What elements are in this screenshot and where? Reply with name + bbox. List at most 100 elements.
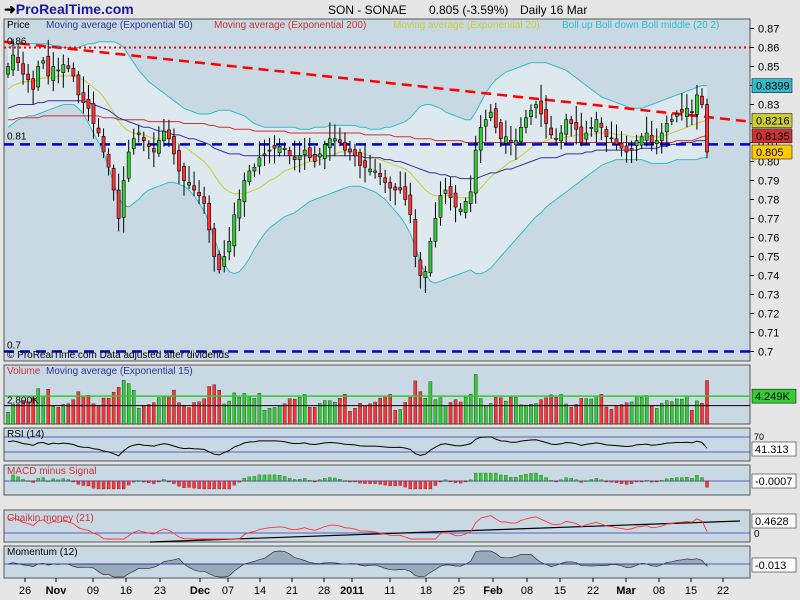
candle-body bbox=[604, 129, 609, 138]
chaikin-panel bbox=[3, 509, 751, 543]
candle-body bbox=[348, 148, 352, 153]
macd-bar bbox=[373, 480, 377, 484]
candle-body bbox=[679, 109, 684, 113]
candle-body bbox=[333, 138, 337, 142]
macd-bar bbox=[41, 477, 45, 482]
data-note: © ProRealTime.com Data adjusted after di… bbox=[7, 350, 229, 361]
x-tick-label: 08 bbox=[521, 585, 533, 597]
candle-body bbox=[408, 194, 413, 216]
volume-bar bbox=[388, 394, 392, 425]
macd-bar bbox=[101, 480, 106, 490]
volume-bar bbox=[634, 395, 639, 425]
candle-body bbox=[619, 142, 624, 149]
volume-bar bbox=[61, 404, 66, 425]
macd-bar bbox=[499, 474, 503, 482]
price-legend-3: Boll up Boll down Boll middle (20 2) bbox=[562, 20, 719, 31]
candle-body bbox=[262, 153, 267, 156]
candle-body bbox=[368, 168, 372, 173]
macd-bar bbox=[46, 480, 50, 482]
candle-body bbox=[463, 201, 468, 213]
volume-bar bbox=[539, 399, 543, 425]
candle-body bbox=[312, 153, 317, 162]
macd-bar bbox=[227, 480, 231, 490]
volume-bar bbox=[509, 396, 513, 425]
volume-bar bbox=[66, 403, 71, 425]
volume-bar bbox=[700, 403, 704, 425]
macd-panel bbox=[3, 464, 751, 496]
volume-bar bbox=[453, 399, 458, 425]
candle-body bbox=[71, 68, 76, 77]
macd-bar bbox=[338, 479, 342, 482]
candle-body bbox=[116, 189, 121, 219]
candle-body bbox=[669, 119, 674, 122]
candle-body bbox=[609, 137, 614, 140]
candle-body bbox=[6, 66, 10, 75]
chart-canvas: Price Moving average (Exponential 50) Movi… bbox=[3, 18, 797, 597]
candle-body bbox=[649, 134, 654, 143]
x-tick-label: 25 bbox=[453, 585, 465, 597]
volume-bar bbox=[655, 408, 659, 425]
macd-bar bbox=[308, 480, 312, 482]
macd-bar bbox=[463, 480, 468, 483]
x-tick-label: 09 bbox=[87, 585, 99, 597]
candle-body bbox=[302, 149, 307, 155]
macd-bar bbox=[61, 478, 65, 482]
volume-bar bbox=[101, 397, 106, 425]
volume-bar bbox=[368, 403, 372, 425]
macd-bar bbox=[453, 480, 458, 483]
macd-bar bbox=[187, 480, 191, 488]
macd-bar bbox=[614, 480, 619, 483]
volume-bar bbox=[695, 400, 699, 425]
candle-body bbox=[222, 256, 227, 267]
macd-bar bbox=[519, 475, 523, 482]
candle-body bbox=[56, 69, 61, 72]
macd-bar bbox=[91, 480, 96, 489]
volume-bar bbox=[569, 407, 573, 425]
candle-body bbox=[307, 147, 312, 159]
volume-bar bbox=[378, 397, 382, 425]
volume-bar bbox=[660, 403, 664, 425]
macd-title: MACD minus Signal bbox=[7, 466, 96, 477]
macd-bar bbox=[484, 472, 488, 482]
volume-bar bbox=[433, 399, 438, 425]
price-panel-title: Price bbox=[7, 20, 30, 31]
macd-bar bbox=[675, 477, 679, 482]
macd-bar bbox=[31, 480, 35, 483]
macd-bar bbox=[458, 480, 463, 484]
x-tick-label: 15 bbox=[685, 585, 697, 597]
candle-body bbox=[61, 64, 66, 73]
price-tag-label-2: 0.8135 bbox=[756, 131, 790, 143]
macd-bar bbox=[217, 480, 221, 490]
macd-bar bbox=[51, 478, 55, 482]
candle-body bbox=[488, 111, 493, 118]
candle-body bbox=[257, 157, 262, 167]
macd-bar bbox=[448, 480, 453, 483]
volume-bar bbox=[247, 396, 252, 425]
volume-bar bbox=[549, 394, 553, 425]
candle-body bbox=[126, 151, 131, 179]
macd-bar bbox=[529, 473, 533, 482]
macd-bar bbox=[127, 480, 131, 486]
volume-bar bbox=[649, 405, 654, 425]
macd-bar bbox=[494, 472, 498, 482]
macd-bar bbox=[474, 472, 478, 482]
volume-bar bbox=[287, 398, 292, 425]
macd-bar bbox=[333, 477, 337, 482]
macd-bar bbox=[192, 480, 196, 489]
volume-bar bbox=[524, 404, 528, 425]
macd-bar bbox=[313, 480, 317, 483]
y-tick-label: 0.79 bbox=[758, 176, 779, 188]
volume-bar bbox=[534, 403, 538, 425]
candle-body bbox=[559, 132, 564, 142]
candle-body bbox=[398, 187, 403, 191]
volume-bar bbox=[297, 397, 302, 425]
volume-bar bbox=[51, 405, 55, 425]
volume-bar bbox=[242, 393, 247, 425]
candle-body bbox=[242, 180, 247, 203]
macd-bar bbox=[162, 479, 166, 482]
macd-bar bbox=[292, 479, 297, 482]
volume-bar bbox=[16, 404, 20, 425]
candle-body bbox=[428, 241, 433, 274]
volume-bar bbox=[96, 404, 101, 425]
price-tag-label-1: 0.8216 bbox=[756, 115, 790, 127]
